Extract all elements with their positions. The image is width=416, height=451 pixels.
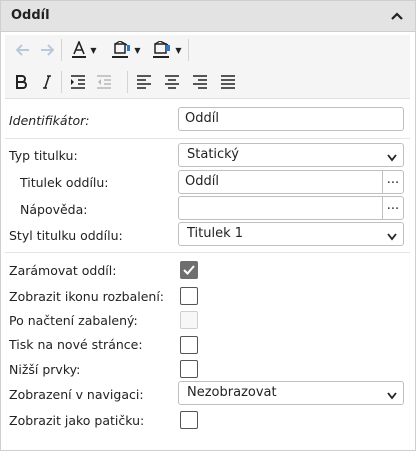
divider [5, 252, 410, 253]
nizsi-prvky-label: Nižší prvky: [9, 362, 81, 377]
ikonu-rozbaleni-label: Zobrazit ikonu rozbalení: [9, 289, 165, 304]
chevron-down-icon [387, 389, 397, 404]
styl-titulku-select[interactable]: Titulek 1 [178, 222, 404, 246]
nizsi-prvky-checkbox[interactable] [180, 360, 198, 378]
po-nacteni-zabaleny-checkbox [180, 311, 198, 329]
font-color-icon[interactable]: ▼ [65, 37, 103, 63]
properties-panel: Oddíl ▼ ▼ ▼ Identifikátor: Oddíl Typ tit… [0, 0, 416, 451]
identifikator-input[interactable]: Oddíl [178, 107, 404, 131]
titulek-oddilu-label: Titulek oddílu: [20, 175, 109, 190]
redo-icon[interactable] [37, 37, 57, 63]
identifikator-label: Identifikátor: [9, 113, 90, 128]
panel-header[interactable]: Oddíl [1, 1, 415, 32]
tisk-nova-strana-label: Tisk na nové stránce: [9, 337, 143, 352]
bold-icon[interactable] [11, 69, 31, 95]
tisk-nova-strana-checkbox[interactable] [180, 336, 198, 354]
indent-icon[interactable] [67, 69, 89, 95]
align-center-icon[interactable] [161, 69, 183, 95]
divider [5, 138, 410, 139]
po-nacteni-zabaleny-label: Po načtení zabalený: [9, 313, 138, 328]
titulek-oddilu-ellipsis-button[interactable]: ... [382, 170, 404, 194]
collapse-chevron-up-icon[interactable] [389, 8, 405, 24]
napoveda-ellipsis-button[interactable]: ... [382, 196, 404, 220]
styl-titulku-value: Titulek 1 [187, 226, 244, 241]
italic-icon[interactable] [37, 69, 57, 95]
chevron-down-icon [387, 151, 397, 166]
formatting-toolbar: ▼ ▼ ▼ [5, 35, 410, 99]
titulek-oddilu-input[interactable]: Oddíl [178, 170, 383, 194]
typ-titulku-label: Typ titulku: [9, 148, 78, 163]
titulek-oddilu-field: Oddíl ... [178, 170, 404, 194]
napoveda-label: Nápověda: [20, 202, 88, 217]
align-right-icon[interactable] [189, 69, 211, 95]
undo-icon[interactable] [13, 37, 33, 63]
styl-titulku-label: Styl titulku oddílu: [9, 228, 123, 243]
napoveda-field: ... [178, 196, 404, 220]
jako-paticku-checkbox[interactable] [180, 411, 198, 429]
zaramovat-label: Zarámovat oddíl: [9, 263, 117, 278]
zaramovat-checkbox[interactable] [180, 261, 198, 279]
napoveda-input[interactable] [178, 196, 383, 220]
highlight-color-icon[interactable]: ▼ [106, 37, 146, 63]
jako-paticku-label: Zobrazit jako patičku: [9, 413, 145, 428]
align-left-icon[interactable] [133, 69, 155, 95]
zobrazeni-navigaci-label: Zobrazení v navigaci: [9, 387, 144, 402]
zobrazeni-navigaci-value: Nezobrazovat [187, 385, 277, 400]
ikonu-rozbaleni-checkbox[interactable] [180, 287, 198, 305]
outdent-icon[interactable] [93, 69, 115, 95]
typ-titulku-value: Statický [187, 147, 239, 162]
chevron-down-icon [387, 230, 397, 245]
zobrazeni-navigaci-select[interactable]: Nezobrazovat [178, 381, 404, 405]
typ-titulku-select[interactable]: Statický [178, 143, 404, 167]
fill-color-icon[interactable]: ▼ [147, 37, 187, 63]
justify-icon[interactable] [217, 69, 239, 95]
checkmark-icon [183, 265, 195, 275]
panel-title: Oddíl [11, 8, 50, 23]
